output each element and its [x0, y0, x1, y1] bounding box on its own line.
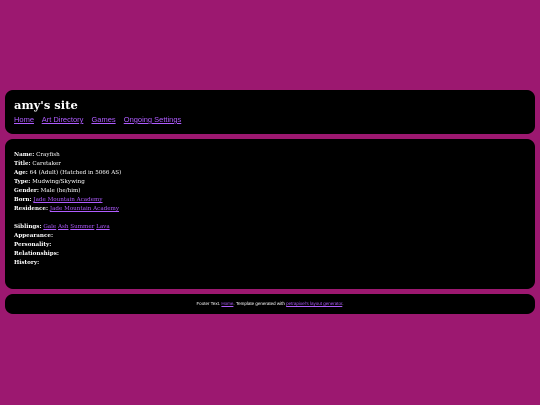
header-panel: amy's site Home Art Directory Games Ongo… — [5, 90, 535, 134]
sibling-link-gale[interactable]: Gale — [43, 224, 56, 230]
siblings-label: Siblings: — [14, 224, 42, 230]
character-profile-panel: Name: Crayfish Title: Caretaker Age: 64 … — [5, 139, 535, 289]
personality-row: Personality: — [14, 241, 526, 250]
nav-art-directory-link[interactable]: Art Directory — [42, 115, 84, 124]
sibling-link-ash[interactable]: Ash — [58, 224, 69, 230]
residence-link[interactable]: Jade Mountain Academy — [50, 206, 119, 212]
type-row: Type: Mudwing/Skywing — [14, 178, 526, 187]
name-value: Crayfish — [36, 152, 60, 158]
gender-row: Gender: Male (he/him) — [14, 187, 526, 196]
footer-middle: . Template generated with — [233, 301, 285, 306]
sibling-link-summer[interactable]: Summer — [70, 224, 94, 230]
site-title: amy's site — [14, 98, 78, 112]
title-value: Caretaker — [32, 161, 61, 167]
age-label: Age: — [14, 170, 28, 176]
title-label: Title: — [14, 161, 31, 167]
name-label: Name: — [14, 152, 35, 158]
nav-ongoing-settings-link[interactable]: Ongoing Settings — [124, 115, 182, 124]
residence-label: Residence: — [14, 206, 49, 212]
type-value: Mudwing/Skywing — [32, 179, 85, 185]
type-label: Type: — [14, 179, 31, 185]
character-info: Name: Crayfish Title: Caretaker Age: 64 … — [14, 151, 526, 268]
nav-home-link[interactable]: Home — [14, 115, 34, 124]
appearance-label: Appearance: — [14, 233, 54, 239]
born-row: Born: Jade Mountain Academy — [14, 196, 526, 205]
footer-home-link[interactable]: Home — [221, 301, 233, 306]
residence-row: Residence: Jade Mountain Academy — [14, 205, 526, 214]
history-label: History: — [14, 260, 40, 266]
main-nav: Home Art Directory Games Ongoing Setting… — [14, 115, 526, 124]
sibling-link-lava[interactable]: Lava — [96, 224, 110, 230]
gender-value: Male (he/him) — [40, 188, 81, 194]
footer-suffix: . — [342, 301, 344, 306]
age-value: 64 (Adult) (Hatched in 5066 AS) — [29, 170, 122, 176]
age-row: Age: 64 (Adult) (Hatched in 5066 AS) — [14, 169, 526, 178]
history-row: History: — [14, 259, 526, 268]
appearance-row: Appearance: — [14, 232, 526, 241]
nav-games-link[interactable]: Games — [91, 115, 115, 124]
siblings-row: Siblings: Gale Ash Summer Lava — [14, 223, 526, 232]
name-row: Name: Crayfish — [14, 151, 526, 160]
born-link[interactable]: Jade Mountain Academy — [33, 197, 102, 203]
footer-text: Footer Text. Home. Template generated wi… — [5, 294, 535, 314]
born-label: Born: — [14, 197, 32, 203]
footer-generator-link[interactable]: petrapixel's layout generator — [286, 301, 342, 306]
relationships-label: Relationships: — [14, 251, 59, 257]
footer-panel: Footer Text. Home. Template generated wi… — [5, 294, 535, 314]
title-row: Title: Caretaker — [14, 160, 526, 169]
footer-prefix: Footer Text. — [196, 301, 221, 306]
gender-label: Gender: — [14, 188, 39, 194]
relationships-row: Relationships: — [14, 250, 526, 259]
personality-label: Personality: — [14, 242, 52, 248]
